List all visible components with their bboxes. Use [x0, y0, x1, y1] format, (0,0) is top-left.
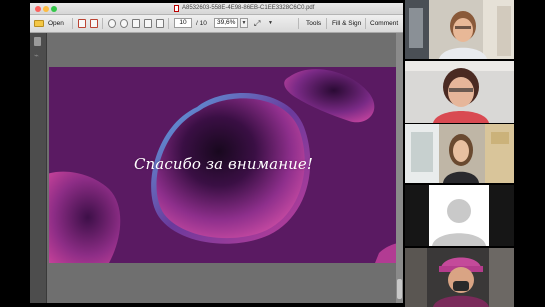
participant-video: [405, 124, 514, 183]
print-icon[interactable]: [144, 19, 152, 28]
close-window-button[interactable]: [35, 6, 41, 12]
minimize-window-button[interactable]: [43, 6, 49, 12]
rotate-dropdown-icon[interactable]: ▼: [268, 19, 273, 28]
page-total-label: / 10: [196, 20, 207, 27]
open-button[interactable]: Open: [48, 19, 64, 28]
participant-avatar-tile[interactable]: [405, 185, 514, 246]
title-bar: A8532603-558E-4E98-86EB-C1EE3328C6C0.pdf: [30, 3, 403, 15]
toolbar-divider: [72, 18, 73, 29]
folder-icon[interactable]: [34, 20, 44, 27]
participant-video-tile[interactable]: [405, 248, 514, 307]
participant-video: [405, 248, 514, 307]
zoom-window-button[interactable]: [51, 6, 57, 12]
fill-sign-button[interactable]: Fill & Sign: [332, 19, 361, 28]
rotate-icon[interactable]: ⤢: [254, 19, 263, 28]
scrollbar-thumb[interactable]: [397, 279, 402, 299]
zoom-input[interactable]: 39,6%: [214, 18, 238, 28]
pdf-viewer-window: A8532603-558E-4E98-86EB-C1EE3328C6C0.pdf…: [30, 3, 403, 303]
presentation-slide: Спасибо за внимание!: [49, 67, 398, 263]
pdf-file-icon: [174, 5, 179, 12]
screen: A8532603-558E-4E98-86EB-C1EE3328C6C0.pdf…: [0, 0, 545, 307]
vertical-scrollbar[interactable]: [396, 33, 403, 303]
participant-video-tile[interactable]: [405, 0, 514, 59]
navigation-pane: ⌁: [30, 33, 47, 303]
create-pdf-icon[interactable]: [78, 19, 86, 28]
toolbar-divider: [365, 18, 366, 29]
toolbar-divider: [102, 18, 103, 29]
page-up-icon[interactable]: [108, 19, 116, 28]
participant-video-tile[interactable]: [405, 124, 514, 183]
document-title: A8532603-558E-4E98-86EB-C1EE3328C6C0.pdf: [182, 5, 315, 11]
toolbar-divider: [168, 18, 169, 29]
email-icon[interactable]: [156, 19, 164, 28]
attachment-icon[interactable]: ⌁: [34, 51, 41, 60]
participant-video: [405, 61, 514, 123]
toolbar-divider: [326, 18, 327, 29]
tools-button[interactable]: Tools: [306, 19, 321, 28]
pages-panel-icon[interactable]: [34, 37, 41, 46]
page-down-icon[interactable]: [120, 19, 128, 28]
toolbar: Open 10 / 10 39,6% ▼ ⤢ ▼ Tools Fill & Si…: [30, 15, 403, 33]
save-icon[interactable]: [132, 19, 140, 28]
zoom-dropdown-button[interactable]: ▼: [240, 18, 248, 28]
participant-video-tile[interactable]: [405, 61, 514, 123]
comment-button[interactable]: Comment: [370, 19, 398, 28]
slide-title: Спасибо за внимание!: [133, 155, 314, 173]
participant-video: [405, 0, 514, 59]
default-avatar-icon: [405, 185, 514, 246]
page-number-input[interactable]: 10: [174, 18, 192, 28]
combine-icon[interactable]: [90, 19, 98, 28]
toolbar-divider: [298, 18, 299, 29]
